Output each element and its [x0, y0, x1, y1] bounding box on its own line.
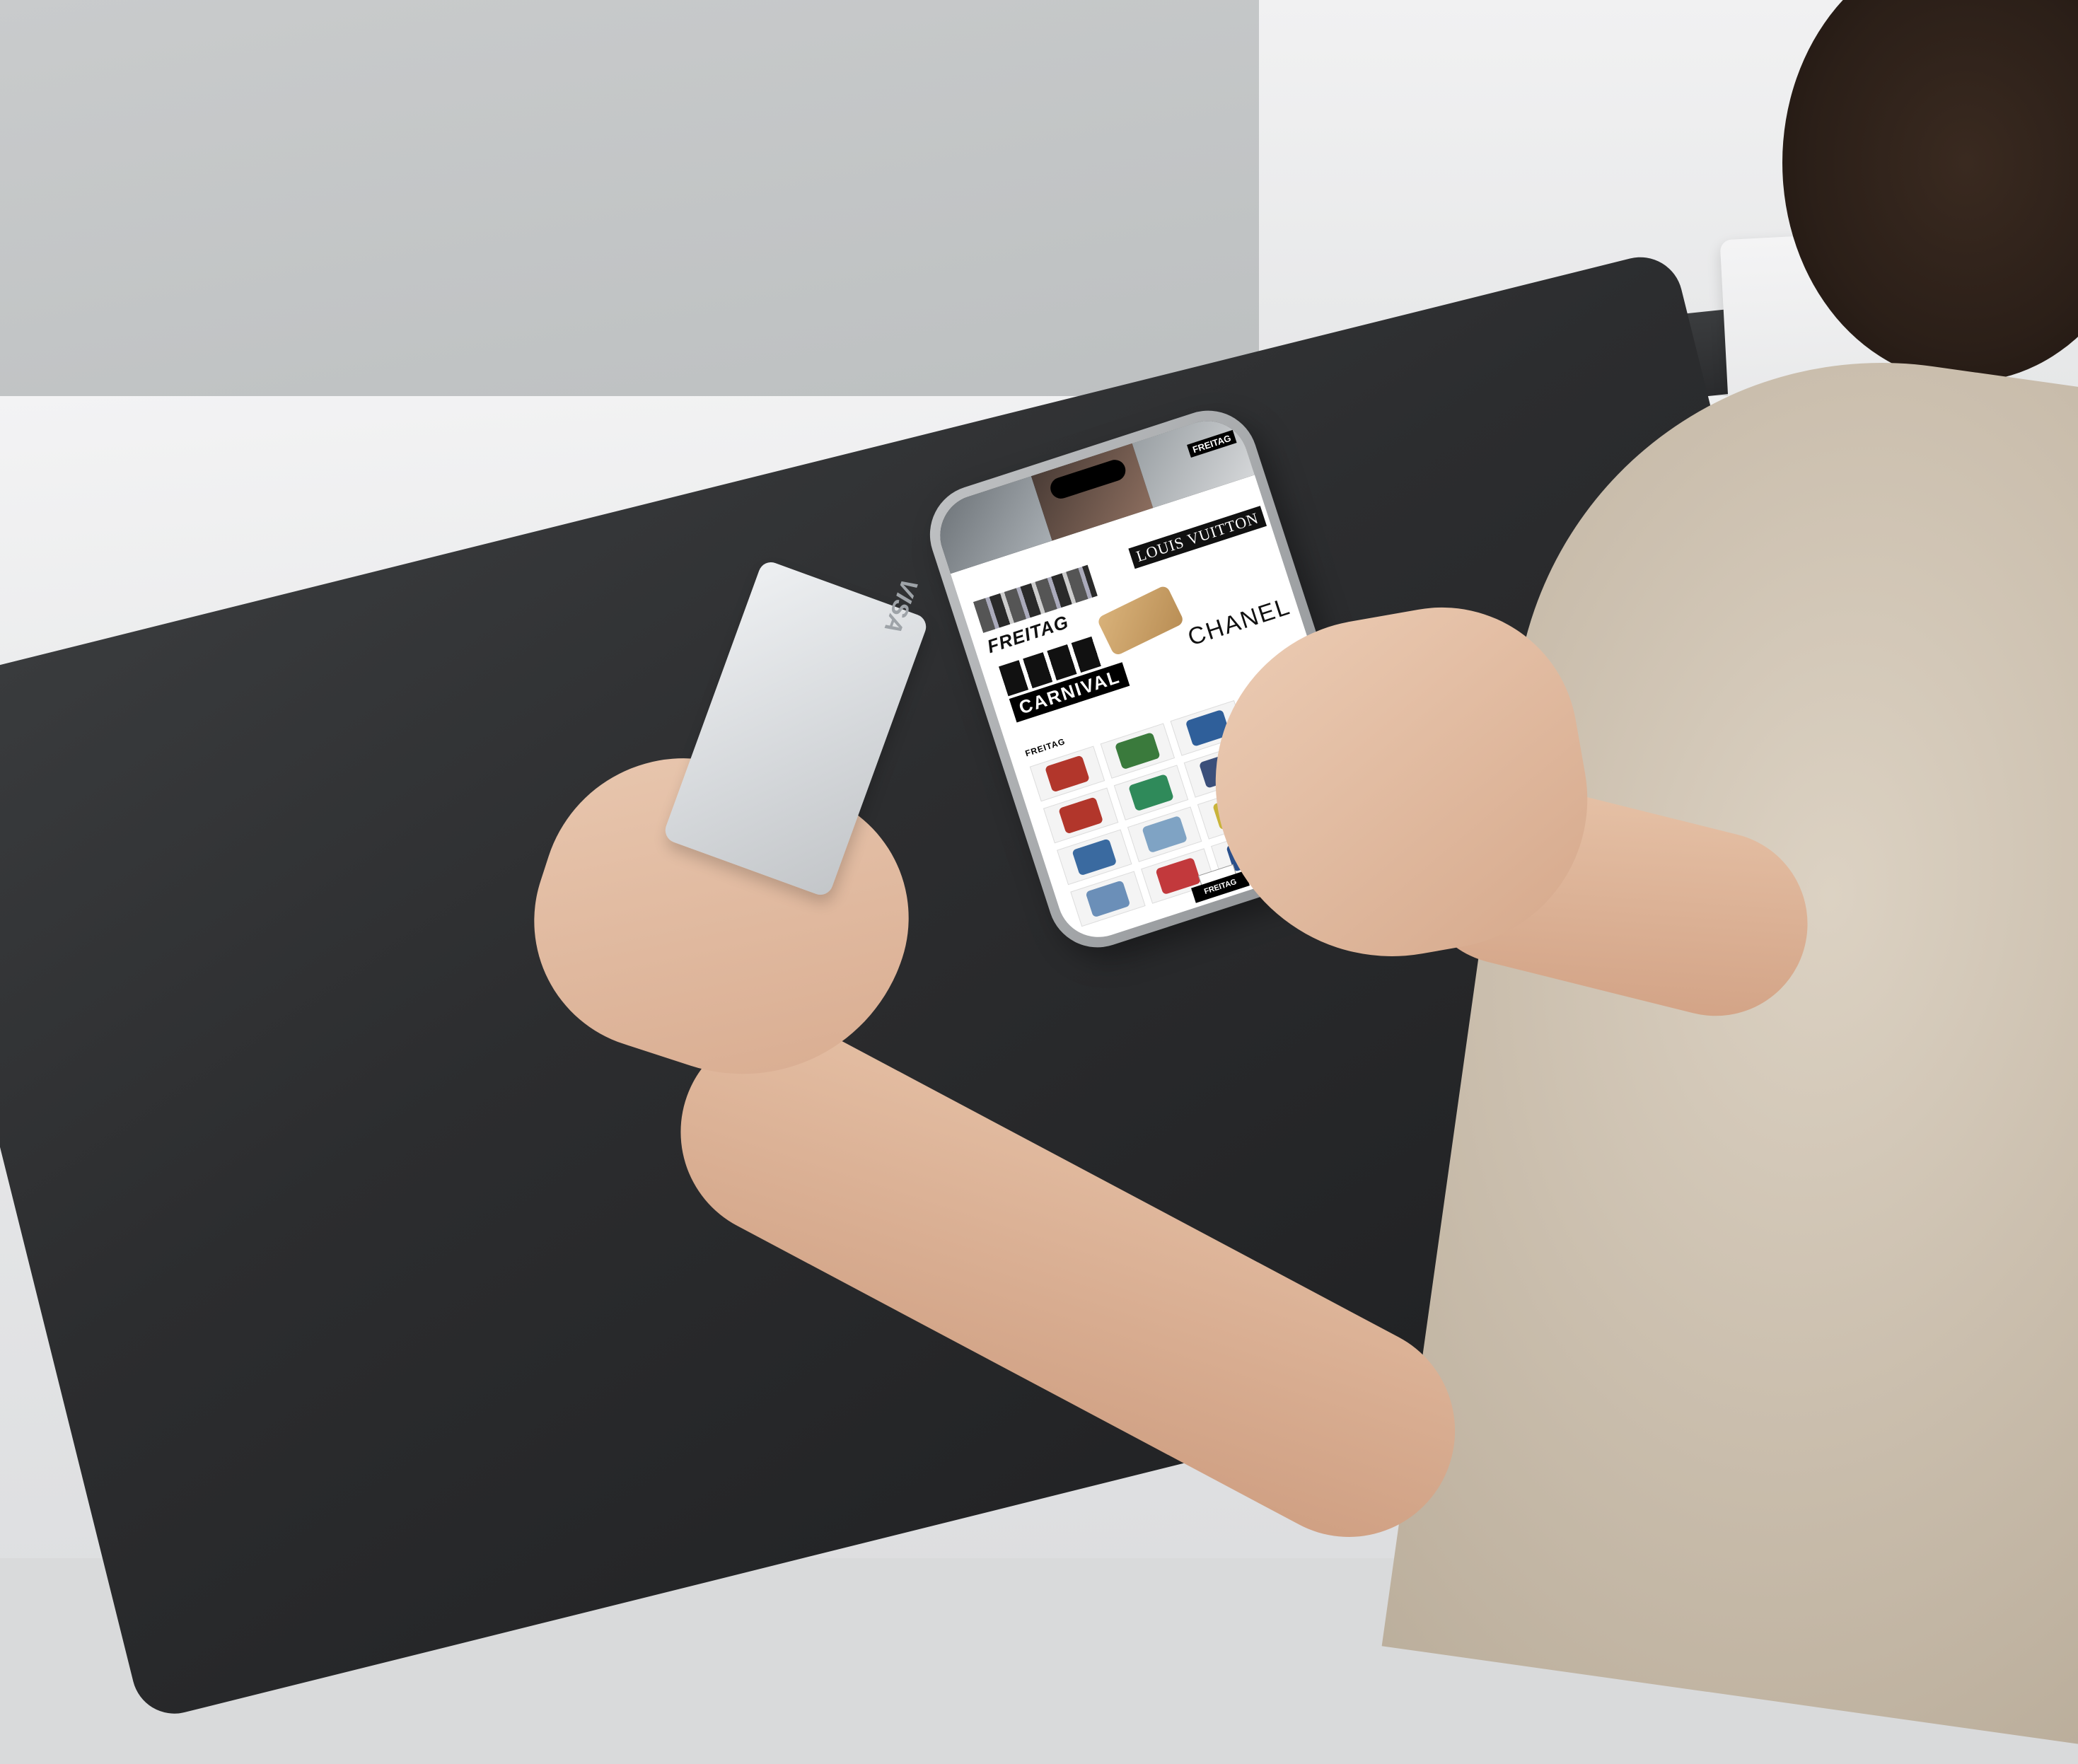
section-heading: FREITAG: [1023, 736, 1067, 759]
brand-chanel[interactable]: CHANEL: [1185, 593, 1294, 651]
pouch-image: [1096, 584, 1185, 657]
brand-louis-vuitton[interactable]: LOUIS VUITTON: [1128, 506, 1267, 569]
